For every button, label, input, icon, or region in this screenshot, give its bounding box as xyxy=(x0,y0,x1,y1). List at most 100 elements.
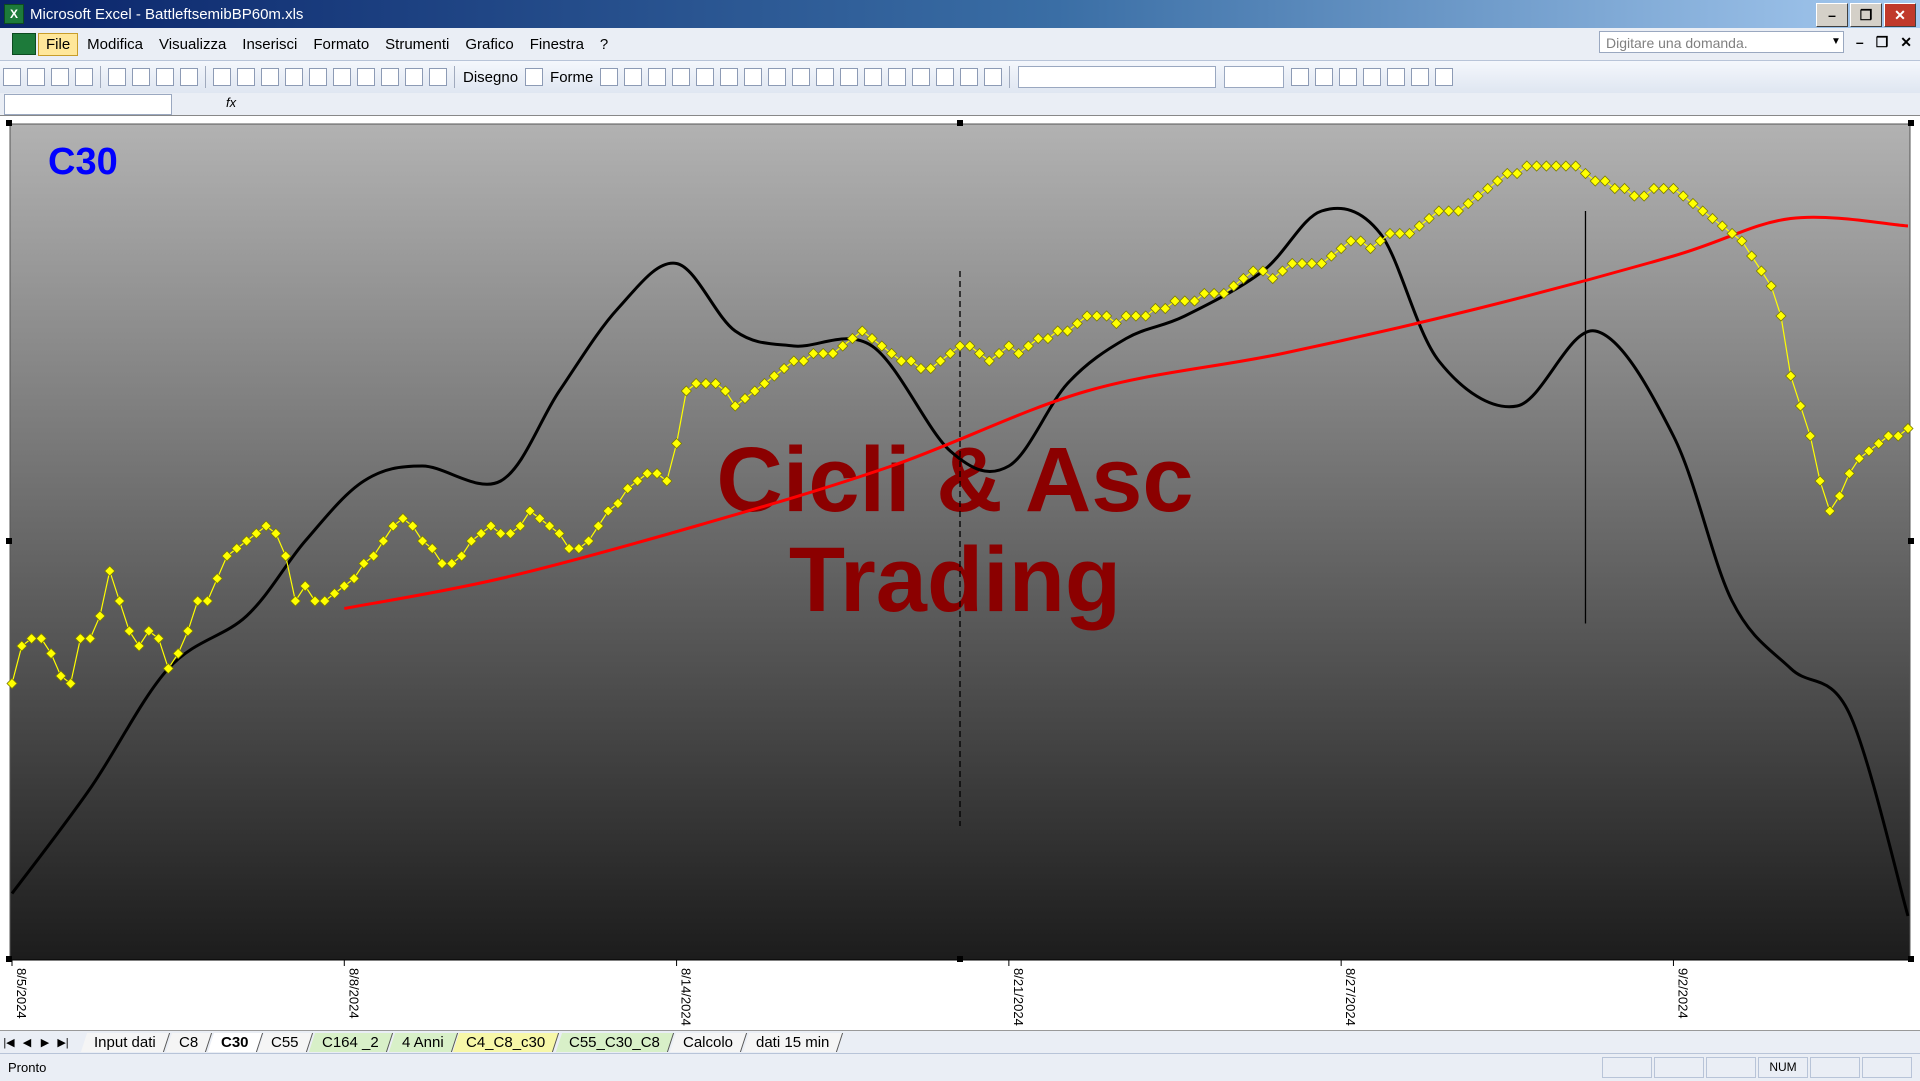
sheet-tab-calcolo[interactable]: Calcolo xyxy=(669,1032,747,1052)
help-icon[interactable] xyxy=(429,68,447,86)
cut-icon[interactable] xyxy=(213,68,231,86)
clipart-icon[interactable] xyxy=(768,68,787,86)
menu-modifica[interactable]: Modifica xyxy=(80,34,150,55)
next-sheet-icon[interactable]: ▶ xyxy=(36,1036,54,1049)
copy-icon[interactable] xyxy=(237,68,255,86)
help-dropdown-icon[interactable]: ▼ xyxy=(1828,31,1844,53)
italic-icon[interactable] xyxy=(1315,68,1334,86)
redo-icon[interactable] xyxy=(309,68,327,86)
last-sheet-icon[interactable]: ▶| xyxy=(54,1036,72,1049)
fill-color-icon[interactable] xyxy=(816,68,835,86)
sheet-tab-c55[interactable]: C55 xyxy=(258,1032,314,1052)
menu-strumenti[interactable]: Strumenti xyxy=(378,34,456,55)
wordart-icon[interactable] xyxy=(720,68,739,86)
menu-finestra[interactable]: Finestra xyxy=(523,34,591,55)
new-icon[interactable] xyxy=(3,68,21,86)
draw-menu-button[interactable]: Disegno xyxy=(463,69,518,86)
shapes-menu-button[interactable]: Forme xyxy=(550,69,593,86)
selection-handle[interactable] xyxy=(1908,956,1914,962)
font-size-select[interactable] xyxy=(1224,66,1285,88)
x-tick-label: 8/27/2024 xyxy=(1343,968,1358,1026)
diagram-icon[interactable] xyxy=(744,68,763,86)
selection-handle[interactable] xyxy=(957,120,963,126)
3d-icon[interactable] xyxy=(984,68,1003,86)
sheet-tab-input-dati[interactable]: Input dati xyxy=(80,1032,170,1052)
picture-icon[interactable] xyxy=(792,68,811,86)
autosum-icon[interactable] xyxy=(357,68,375,86)
paste-icon[interactable] xyxy=(261,68,279,86)
chart-wizard-icon[interactable] xyxy=(405,68,423,86)
borders-icon[interactable] xyxy=(1387,68,1406,86)
save-icon[interactable] xyxy=(51,68,69,86)
euro-icon[interactable] xyxy=(1363,68,1382,86)
select-pointer-icon[interactable] xyxy=(525,68,544,86)
line-color-icon[interactable] xyxy=(840,68,859,86)
selection-handle[interactable] xyxy=(6,956,12,962)
undo-icon[interactable] xyxy=(285,68,303,86)
sheet-tab-c30[interactable]: C30 xyxy=(207,1032,263,1052)
fx-icon[interactable]: fx xyxy=(226,95,236,110)
restore-button[interactable]: ❐ xyxy=(1850,3,1882,27)
arrow-icon[interactable] xyxy=(624,68,643,86)
window-title: Microsoft Excel - BattleftsemibBP60m.xls xyxy=(30,5,304,23)
selection-handle[interactable] xyxy=(1908,120,1914,126)
menu-help[interactable]: ? xyxy=(593,34,615,55)
font-color-icon[interactable] xyxy=(864,68,883,86)
selection-handle[interactable] xyxy=(957,956,963,962)
line-style-icon[interactable] xyxy=(888,68,907,86)
spelling-icon[interactable] xyxy=(156,68,174,86)
bold-icon[interactable] xyxy=(1291,68,1310,86)
permission-icon[interactable] xyxy=(75,68,93,86)
dash-style-icon[interactable] xyxy=(912,68,931,86)
sheet-tab-dati-15-min[interactable]: dati 15 min xyxy=(742,1032,844,1052)
sheet-tab-4-anni[interactable]: 4 Anni xyxy=(388,1032,458,1052)
sort-icon[interactable] xyxy=(381,68,399,86)
line-icon[interactable] xyxy=(600,68,619,86)
fill-color-2-icon[interactable] xyxy=(1411,68,1430,86)
textbox-icon[interactable] xyxy=(696,68,715,86)
doc-close-button[interactable]: ✕ xyxy=(1900,34,1912,51)
menu-visualizza[interactable]: Visualizza xyxy=(152,34,233,55)
open-icon[interactable] xyxy=(27,68,45,86)
watermark-line-2: Trading xyxy=(789,529,1121,631)
oval-icon[interactable] xyxy=(672,68,691,86)
sheet-tab-c4-c8-c30[interactable]: C4_C8_c30 xyxy=(453,1032,560,1052)
selection-handle[interactable] xyxy=(1908,538,1914,544)
prev-sheet-icon[interactable]: ◀ xyxy=(18,1036,36,1049)
excel-icon: X xyxy=(4,4,24,24)
sheet-tab-label: C8 xyxy=(178,1033,198,1051)
workbook-icon[interactable] xyxy=(12,33,36,55)
arrow-style-icon[interactable] xyxy=(936,68,955,86)
sheet-tab-c164-2[interactable]: C164 _2 xyxy=(308,1032,393,1052)
font-name-select[interactable] xyxy=(1018,66,1217,88)
help-search-input[interactable]: Digitare una domanda. xyxy=(1599,31,1844,53)
minimize-button[interactable]: – xyxy=(1816,3,1848,27)
name-box[interactable] xyxy=(4,94,172,115)
doc-restore-button[interactable]: ❐ xyxy=(1876,34,1889,51)
shadow-icon[interactable] xyxy=(960,68,979,86)
x-axis: 8/5/2024 8/8/2024 8/14/2024 8/21/2024 8/27/2… xyxy=(10,959,1910,1026)
research-icon[interactable] xyxy=(180,68,198,86)
status-cell xyxy=(1706,1057,1756,1078)
x-tick-label: 8/5/2024 xyxy=(14,968,29,1019)
font-color-2-icon[interactable] xyxy=(1435,68,1454,86)
rectangle-icon[interactable] xyxy=(648,68,667,86)
menu-formato[interactable]: Formato xyxy=(306,34,376,55)
selection-handle[interactable] xyxy=(6,538,12,544)
selection-handle[interactable] xyxy=(6,120,12,126)
menu-grafico[interactable]: Grafico xyxy=(458,34,520,55)
menu-inserisci[interactable]: Inserisci xyxy=(235,34,304,55)
print-preview-icon[interactable] xyxy=(132,68,150,86)
close-button[interactable]: ✕ xyxy=(1884,3,1916,27)
chart-svg[interactable]: Cicli & Asc Trading 8/5/2024 8/8/2024 8/14… xyxy=(0,116,1920,1031)
menu-file[interactable]: File xyxy=(38,32,79,56)
align-icon[interactable] xyxy=(1339,68,1358,86)
sheet-tab-c8[interactable]: C8 xyxy=(165,1032,212,1052)
print-icon[interactable] xyxy=(108,68,126,86)
chart-area[interactable]: Cicli & Asc Trading 8/5/2024 8/8/2024 8/14… xyxy=(0,115,1920,1031)
sheet-tab-c55-c30-c8[interactable]: C55_C30_C8 xyxy=(555,1032,674,1052)
hyperlink-icon[interactable] xyxy=(333,68,351,86)
status-bar: Pronto NUM xyxy=(0,1053,1920,1081)
first-sheet-icon[interactable]: |◀ xyxy=(0,1036,18,1049)
doc-minimize-button[interactable]: – xyxy=(1856,34,1864,51)
